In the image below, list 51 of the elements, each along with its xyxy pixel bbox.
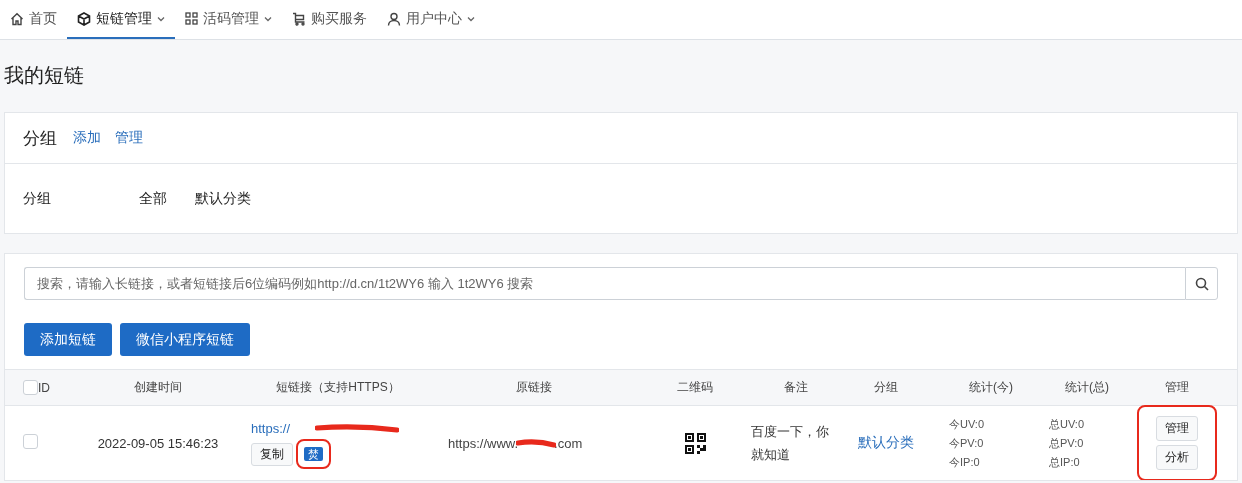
column-header: 备注 [784,380,808,394]
home-icon [10,11,24,26]
stat-text: 今PV:0 [949,435,985,451]
short-link[interactable]: https:// [251,421,291,436]
select-all-checkbox[interactable] [23,380,38,395]
column-header: 统计(今) [969,380,1013,394]
nav-tab[interactable]: 首页 [6,0,67,39]
nav-tab[interactable]: 短链管理 [67,0,175,39]
burn-tag: 焚 [304,447,323,461]
column-header: 原链接 [516,380,552,394]
original-link-start: https://www. [448,435,519,451]
card-title: 分组 [23,127,57,150]
note-text: 百度一下，你就知道 [751,424,829,462]
group-link[interactable]: 默认分类 [858,434,914,452]
copy-button[interactable]: 复制 [251,442,293,466]
user-icon [387,11,401,26]
nav-tab[interactable]: 购买服务 [282,0,377,39]
row-action-button[interactable]: 分析 [1156,445,1198,470]
group-filter[interactable]: 全部 [139,190,167,208]
row-checkbox[interactable] [23,434,38,449]
page-title: 我的短链 [4,63,84,88]
search-icon [1194,276,1209,291]
search-button[interactable] [1185,267,1218,300]
column-header: 管理 [1165,380,1189,394]
stat-text: 今IP:0 [949,454,981,470]
stat-text: 总PV:0 [1049,435,1085,451]
stat-text: 总IP:0 [1049,454,1081,470]
grid-icon [185,12,198,25]
filter-label: 分组 [23,190,52,208]
group-action-link[interactable]: 管理 [115,129,143,147]
column-header: 短链接（支持HTTPS） [276,380,400,394]
column-header: ID [38,380,50,395]
qr-code-icon [684,432,706,454]
search-field[interactable]: 搜索，请输入长链接，或者短链接后6位编码例如http://d.cn/1t2WY6 输入 1t2WY6 搜索 [24,267,1185,300]
created-time: 2022-09-05 15:46:23 [97,435,219,451]
cube-icon [77,11,91,26]
nav-tab[interactable]: 用户中心 [377,0,485,39]
group-action-link[interactable]: 添加 [73,129,101,147]
group-filter[interactable]: 默认分类 [195,190,251,208]
primary-button[interactable]: 微信小程序短链 [120,323,250,356]
nav-tab[interactable]: 活码管理 [175,0,282,39]
column-header: 分组 [874,380,898,394]
cart-icon [292,11,306,26]
column-header: 统计(总) [1065,380,1109,394]
stat-text: 今UV:0 [949,416,986,432]
primary-button[interactable]: 添加短链 [24,323,112,356]
row-action-button[interactable]: 管理 [1156,416,1198,441]
original-link-end: .com [554,435,583,451]
column-header: 二维码 [677,380,713,394]
stat-text: 总UV:0 [1049,416,1086,432]
column-header: 创建时间 [134,380,182,394]
